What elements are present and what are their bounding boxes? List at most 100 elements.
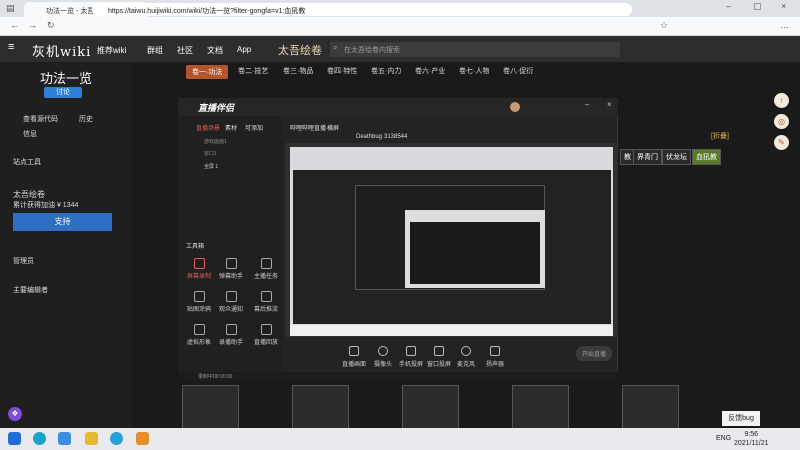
room-name: Deathbug: [356, 134, 383, 140]
editors-dropdown[interactable]: 主要编辑者: [13, 285, 48, 295]
settings-icon[interactable]: …: [780, 20, 789, 30]
control-mic[interactable]: 麦克风: [452, 346, 480, 368]
left-sidebar: [0, 62, 132, 428]
tool-avatar[interactable]: 虚拟形象: [187, 324, 211, 346]
recorder-titlebar: [178, 98, 618, 116]
history-link[interactable]: 历史: [79, 114, 93, 124]
tool-record-assist[interactable]: 录播助手: [219, 324, 243, 346]
category-tab-6[interactable]: 卷六·产业: [415, 66, 445, 76]
gongfa-image[interactable]: [402, 385, 459, 430]
sect-filter-2[interactable]: 界青门: [633, 149, 662, 165]
sect-filter-4[interactable]: 血犼教: [692, 149, 721, 165]
wiki-logo[interactable]: 太吾绘卷: [278, 42, 322, 58]
clock-date: 2021/11/21: [734, 440, 769, 447]
explorer-icon[interactable]: [85, 432, 98, 445]
system-clock[interactable]: 9:56 2021/11/21: [734, 430, 769, 448]
room-id: 3138544: [384, 134, 408, 140]
category-tab-2[interactable]: 卷二·技艺: [238, 66, 268, 76]
recorder-brand: 直播伴侣: [198, 103, 235, 113]
scroll-top-icon[interactable]: ↑: [774, 93, 789, 108]
input-language[interactable]: ENG: [716, 435, 731, 442]
address-bar: [0, 17, 800, 36]
gongfa-image[interactable]: [292, 385, 349, 430]
share-icon[interactable]: ◎: [774, 114, 789, 129]
admin-dropdown[interactable]: 管理员: [13, 256, 34, 266]
support-button[interactable]: 支持: [13, 213, 112, 231]
scene-item[interactable]: 全屏 1: [204, 163, 218, 170]
gongfa-image[interactable]: [182, 385, 239, 430]
page-title: 功法一览: [40, 71, 93, 86]
category-tab-8[interactable]: 卷八·促衍: [503, 66, 533, 76]
refresh-icon[interactable]: ↻: [47, 20, 55, 31]
tool-replay[interactable]: 直播回放: [254, 324, 278, 346]
orientation-label[interactable]: 横屏: [327, 123, 339, 132]
scene-tab[interactable]: 直播场景: [196, 123, 220, 132]
control-window[interactable]: 窗口投屏: [425, 346, 453, 368]
nav-app[interactable]: App: [237, 45, 251, 54]
control-screen[interactable]: 直播画面: [340, 346, 368, 368]
nav-docs[interactable]: 文档: [207, 45, 223, 56]
control-speaker[interactable]: 扬声器: [481, 346, 509, 368]
feedback-button[interactable]: 反馈bug: [722, 411, 760, 426]
nav-community[interactable]: 社区: [177, 45, 193, 56]
nav-groups[interactable]: 群组: [147, 45, 163, 56]
donation-total: 累计获得加油 ¥ 1344: [13, 202, 79, 209]
tool-push[interactable]: 幕后推流: [254, 291, 278, 313]
discuss-tag[interactable]: 讨论: [44, 87, 82, 98]
category-tab-7[interactable]: 卷七·人物: [459, 66, 489, 76]
tool-tasks[interactable]: 主播任务: [254, 258, 278, 280]
gongfa-image[interactable]: [622, 385, 679, 430]
addable-tab[interactable]: 可添加: [245, 123, 263, 132]
category-tab-1[interactable]: 卷一·功法: [186, 65, 229, 79]
recorder-close-icon[interactable]: ×: [607, 100, 612, 109]
edit-icon[interactable]: ✎: [774, 135, 789, 150]
windows-start-icon[interactable]: [8, 432, 21, 445]
control-phone[interactable]: 手机投屏: [397, 346, 425, 368]
material-tab[interactable]: 素材: [225, 123, 237, 132]
scene-item[interactable]: 窗口1: [204, 150, 217, 157]
category-tab-4[interactable]: 卷四·特性: [327, 66, 357, 76]
window-min-icon[interactable]: –: [726, 1, 731, 11]
sidebar-toggle-icon[interactable]: ▤: [6, 3, 15, 14]
window-max-icon[interactable]: ▢: [753, 1, 762, 12]
window-close-icon[interactable]: ×: [781, 1, 786, 11]
info-link[interactable]: 信息: [23, 129, 37, 139]
platform-label: 哔哩哔哩直播: [290, 126, 327, 132]
url-field[interactable]: https://taiwu.huijiwiki.com/wiki/功法一览?fi…: [92, 3, 632, 16]
recorder-min-icon[interactable]: –: [585, 100, 589, 109]
site-tools-label: 站点工具: [13, 159, 41, 166]
tool-screen-record[interactable]: 屏幕录制: [187, 258, 211, 280]
recorder-status: 录制中00:00:00: [178, 372, 618, 381]
wiki-name: 太吾绘卷: [13, 190, 45, 199]
store-icon[interactable]: [58, 432, 71, 445]
nav-recommend[interactable]: 推荐wiki: [97, 45, 126, 56]
forward-icon[interactable]: →: [28, 20, 37, 30]
site-logo[interactable]: 灰机wiki: [32, 41, 91, 60]
view-source-link[interactable]: 查看源代码: [23, 114, 58, 124]
user-avatar[interactable]: [510, 102, 520, 112]
collapse-link[interactable]: [折叠]: [711, 131, 729, 141]
favorites-icon[interactable]: ☆: [660, 20, 668, 31]
control-camera[interactable]: 摄像头: [369, 346, 397, 368]
scene-item[interactable]: 游戏画面1: [204, 138, 227, 145]
game-app-icon[interactable]: [136, 432, 149, 445]
edge-icon[interactable]: [33, 432, 46, 445]
start-live-button[interactable]: 开始直播: [576, 346, 613, 361]
tool-sticker[interactable]: 贴图涂鸦: [187, 291, 211, 313]
help-icon[interactable]: ❖: [8, 407, 22, 421]
toolbox-label: 工具箱: [186, 244, 205, 250]
tool-danmaku[interactable]: 弹幕助手: [219, 258, 243, 280]
browser-app-icon[interactable]: [110, 432, 123, 445]
tool-notify[interactable]: 观众通知: [219, 291, 243, 313]
category-tab-5[interactable]: 卷五·内力: [371, 66, 401, 76]
back-icon[interactable]: ←: [10, 20, 19, 30]
preview-nested-page: [410, 222, 540, 284]
menu-icon[interactable]: ≡: [8, 41, 14, 53]
search-icon[interactable]: ⌕: [333, 43, 337, 53]
preview-taskbar: [290, 325, 613, 336]
category-tab-3[interactable]: 卷三·物品: [283, 66, 313, 76]
sect-filter-3[interactable]: 伏龙坛: [662, 149, 691, 165]
gongfa-image[interactable]: [512, 385, 569, 430]
clock-time: 9:56: [744, 431, 759, 438]
search-input[interactable]: 在太吾绘卷内搜索: [330, 42, 620, 57]
